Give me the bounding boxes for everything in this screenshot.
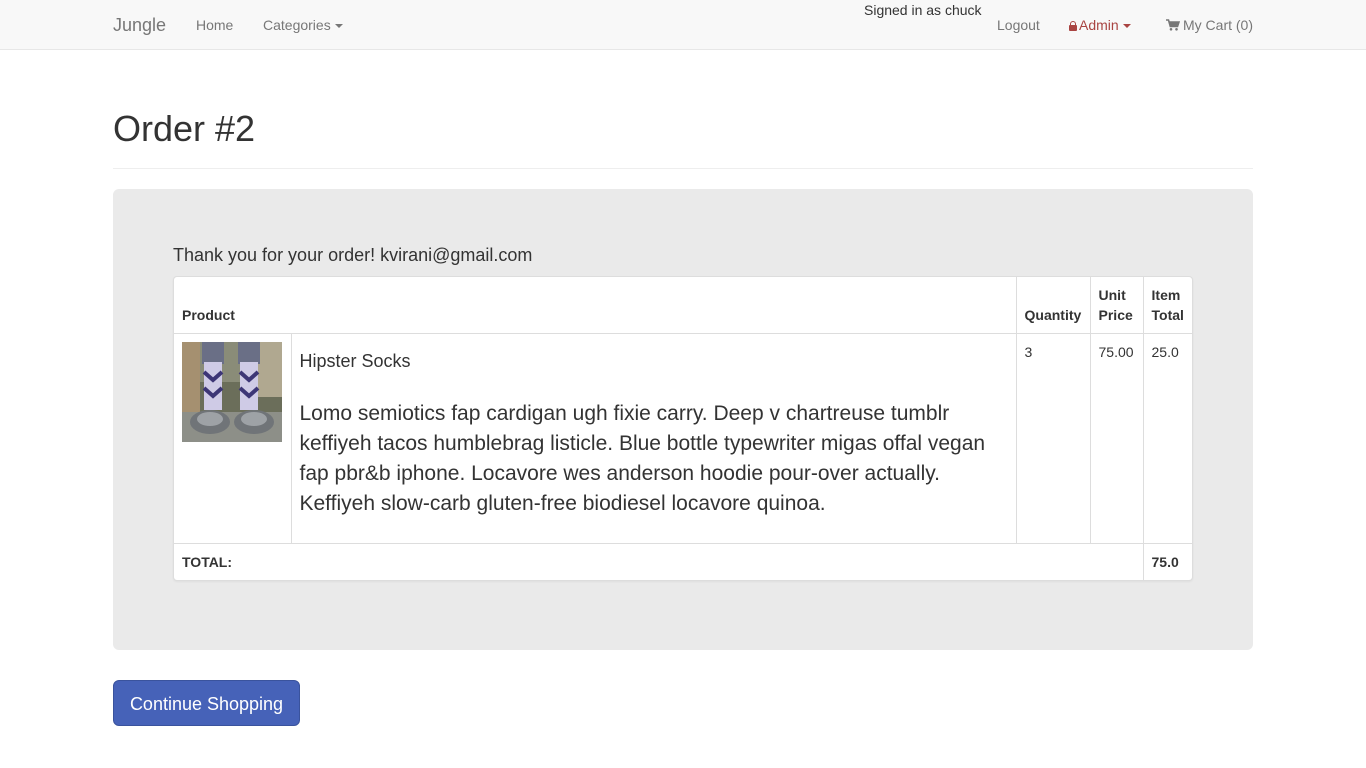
total-label: TOTAL: bbox=[174, 543, 1144, 580]
cart-link[interactable]: My Cart (0) bbox=[1166, 17, 1253, 33]
navbar: Jungle Home Categories Signed in as chuc… bbox=[0, 0, 1366, 50]
categories-dropdown[interactable]: Categories bbox=[263, 17, 343, 33]
product-name: Hipster Socks bbox=[299, 351, 411, 371]
order-table-panel: Product Quantity Unit Price Item Total H… bbox=[173, 276, 1193, 581]
header-unit-price: Unit Price bbox=[1089, 277, 1144, 334]
hipster-socks-image[interactable] bbox=[182, 342, 282, 442]
quantity-cell: 3 bbox=[1015, 333, 1091, 544]
cart-label: My Cart (0) bbox=[1183, 17, 1253, 33]
table-header-row: Product Quantity Unit Price Item Total bbox=[174, 277, 1193, 334]
nav-home-link[interactable]: Home bbox=[196, 17, 233, 33]
admin-dropdown[interactable]: Admin bbox=[1069, 17, 1131, 33]
shopping-cart-icon bbox=[1166, 19, 1180, 31]
lock-icon bbox=[1069, 21, 1077, 31]
brand-link[interactable]: Jungle bbox=[113, 15, 166, 36]
unit-price-cell: 75.00 bbox=[1089, 333, 1144, 544]
total-value: 75.0 bbox=[1142, 543, 1193, 580]
order-summary-panel: Thank you for your order! kvirani@gmail.… bbox=[113, 189, 1253, 650]
logout-link[interactable]: Logout bbox=[997, 17, 1040, 33]
product-image-cell bbox=[174, 333, 292, 544]
table-total-row: TOTAL: 75.0 bbox=[174, 543, 1193, 580]
page-header: Order #2 bbox=[113, 107, 1253, 169]
caret-down-icon bbox=[334, 24, 343, 29]
header-quantity: Quantity bbox=[1015, 277, 1091, 334]
table-row: Hipster Socks Lomo semiotics fap cardiga… bbox=[174, 333, 1193, 544]
header-product: Product bbox=[174, 277, 1017, 334]
thank-you-message: Thank you for your order! kvirani@gmail.… bbox=[173, 245, 533, 265]
product-details-cell: Hipster Socks Lomo semiotics fap cardiga… bbox=[290, 333, 1017, 544]
continue-shopping-button[interactable]: Continue Shopping bbox=[113, 680, 300, 726]
header-item-total: Item Total bbox=[1142, 277, 1193, 334]
categories-label: Categories bbox=[263, 17, 331, 33]
product-description: Lomo semiotics fap cardigan ugh fixie ca… bbox=[299, 402, 986, 515]
item-total-cell: 25.0 bbox=[1142, 333, 1193, 544]
page-title: Order #2 bbox=[113, 108, 256, 149]
signed-in-text: Signed in as chuck bbox=[864, 2, 982, 18]
caret-down-icon bbox=[1122, 24, 1131, 29]
order-table: Product Quantity Unit Price Item Total H… bbox=[174, 277, 1193, 580]
admin-label: Admin bbox=[1079, 17, 1119, 33]
